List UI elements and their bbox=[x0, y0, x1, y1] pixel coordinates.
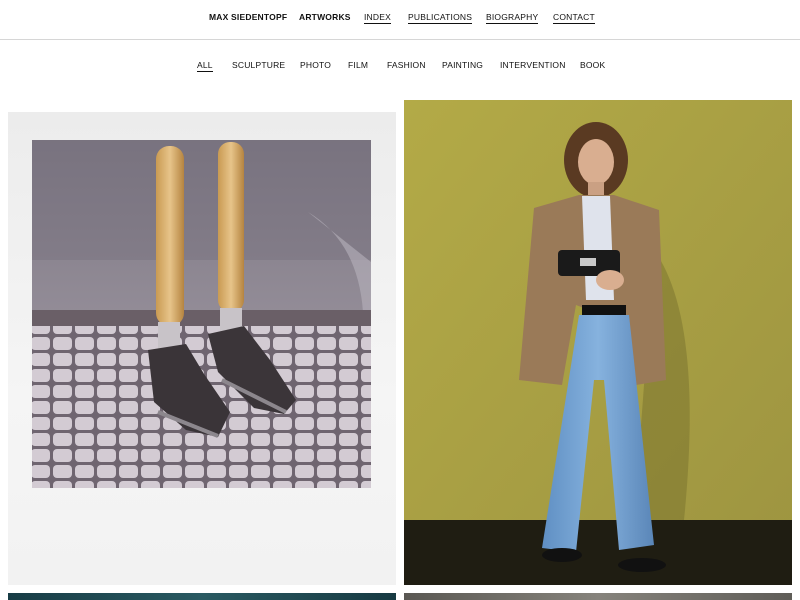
artwork-tile-polaroid[interactable] bbox=[8, 112, 396, 585]
fashion-model-olive-background-image bbox=[404, 100, 792, 585]
top-navigation: MAX SIEDENTOPF ARTWORKS INDEX PUBLICATIO… bbox=[0, 0, 800, 40]
grey-image-partial bbox=[404, 593, 792, 600]
nav-biography[interactable]: BIOGRAPHY bbox=[486, 12, 539, 24]
filter-all[interactable]: ALL bbox=[197, 60, 213, 72]
artwork-tile-grey[interactable] bbox=[404, 593, 792, 600]
teal-image-partial bbox=[8, 593, 396, 600]
filter-sculpture[interactable]: SCULPTURE bbox=[232, 60, 285, 71]
nav-index[interactable]: INDEX bbox=[364, 12, 391, 24]
filter-fashion[interactable]: FASHION bbox=[387, 60, 426, 71]
artwork-tile-teal[interactable] bbox=[8, 593, 396, 600]
site-name-link[interactable]: MAX SIEDENTOPF bbox=[209, 12, 287, 23]
filter-painting[interactable]: PAINTING bbox=[442, 60, 483, 71]
filter-intervention[interactable]: INTERVENTION bbox=[500, 60, 566, 71]
artwork-tile-fashion[interactable] bbox=[404, 100, 792, 585]
filter-photo[interactable]: PHOTO bbox=[300, 60, 331, 71]
category-filter-bar: ALL SCULPTURE PHOTO FILM FASHION PAINTIN… bbox=[0, 58, 800, 74]
nav-contact[interactable]: CONTACT bbox=[553, 12, 595, 24]
filter-book[interactable]: BOOK bbox=[580, 60, 605, 71]
filter-film[interactable]: FILM bbox=[348, 60, 368, 71]
nav-publications[interactable]: PUBLICATIONS bbox=[408, 12, 473, 24]
polaroid-baguette-legs-image bbox=[32, 140, 371, 488]
nav-artworks[interactable]: ARTWORKS bbox=[299, 12, 351, 23]
